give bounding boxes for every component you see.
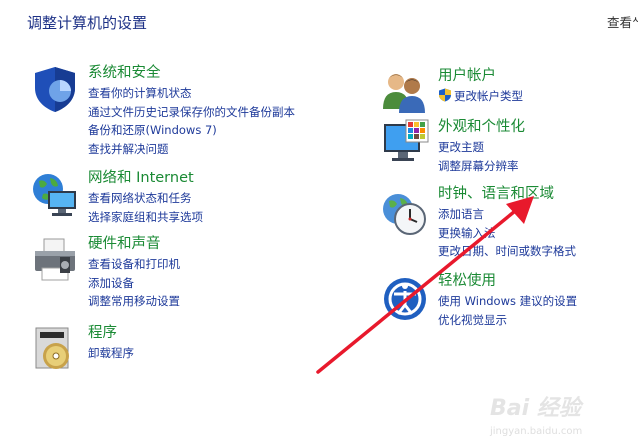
category-title-user-accounts[interactable]: 用户帐户 xyxy=(438,67,523,87)
link-devices-printers[interactable]: 查看设备和打印机 xyxy=(88,255,180,274)
network-globe-icon[interactable] xyxy=(30,169,80,219)
programs-disc-icon[interactable] xyxy=(30,324,80,374)
link-file-history[interactable]: 通过文件历史记录保存你的文件备份副本 xyxy=(88,103,295,122)
category-title-system-security[interactable]: 系统和安全 xyxy=(88,64,295,84)
category-title-network[interactable]: 网络和 Internet xyxy=(88,169,203,189)
category-title-clock-region[interactable]: 时钟、语言和区域 xyxy=(438,185,576,205)
monitor-palette-icon[interactable] xyxy=(380,118,430,168)
link-screen-resolution[interactable]: 调整屏幕分辨率 xyxy=(438,157,525,176)
clock-globe-icon[interactable] xyxy=(380,189,430,239)
link-add-language[interactable]: 添加语言 xyxy=(438,205,576,224)
page-title: 调整计算机的设置 xyxy=(27,14,148,32)
link-change-account-type-label[interactable]: 更改帐户类型 xyxy=(454,89,523,103)
baidu-watermark: Bai 经验 jingyan.baidu.com xyxy=(490,388,638,448)
watermark-url: jingyan.baidu.com xyxy=(490,426,583,437)
link-optimize-display[interactable]: 优化视觉显示 xyxy=(438,311,577,330)
link-backup-restore[interactable]: 备份和还原(Windows 7) xyxy=(88,121,295,140)
link-homegroup[interactable]: 选择家庭组和共享选项 xyxy=(88,208,203,227)
link-date-time-format[interactable]: 更改日期、时间或数字格式 xyxy=(438,242,576,261)
category-title-programs[interactable]: 程序 xyxy=(88,324,134,344)
watermark-brand: Bai 经验 xyxy=(490,396,581,421)
category-title-hardware-sound[interactable]: 硬件和声音 xyxy=(88,235,180,255)
link-change-input-method[interactable]: 更换输入法 xyxy=(438,224,576,243)
ease-of-access-icon[interactable] xyxy=(380,274,430,324)
printer-icon[interactable] xyxy=(30,235,80,285)
link-uninstall-program[interactable]: 卸载程序 xyxy=(88,344,134,363)
shield-icon[interactable] xyxy=(30,64,80,114)
view-by-label[interactable]: 查看ᄊ xyxy=(607,12,638,31)
link-mobility-settings[interactable]: 调整常用移动设置 xyxy=(88,292,180,311)
link-change-theme[interactable]: 更改主题 xyxy=(438,138,525,157)
link-view-computer-status[interactable]: 查看你的计算机状态 xyxy=(88,84,295,103)
link-network-status[interactable]: 查看网络状态和任务 xyxy=(88,189,203,208)
link-troubleshoot[interactable]: 查找并解决问题 xyxy=(88,140,295,159)
link-add-device[interactable]: 添加设备 xyxy=(88,274,180,293)
link-change-account-type[interactable]: 更改帐户类型 xyxy=(438,87,523,106)
users-icon[interactable] xyxy=(380,67,430,117)
link-recommended-settings[interactable]: 使用 Windows 建议的设置 xyxy=(438,292,577,311)
uac-shield-icon xyxy=(438,88,452,102)
category-title-ease-of-access[interactable]: 轻松使用 xyxy=(438,272,577,292)
category-title-appearance[interactable]: 外观和个性化 xyxy=(438,118,525,138)
